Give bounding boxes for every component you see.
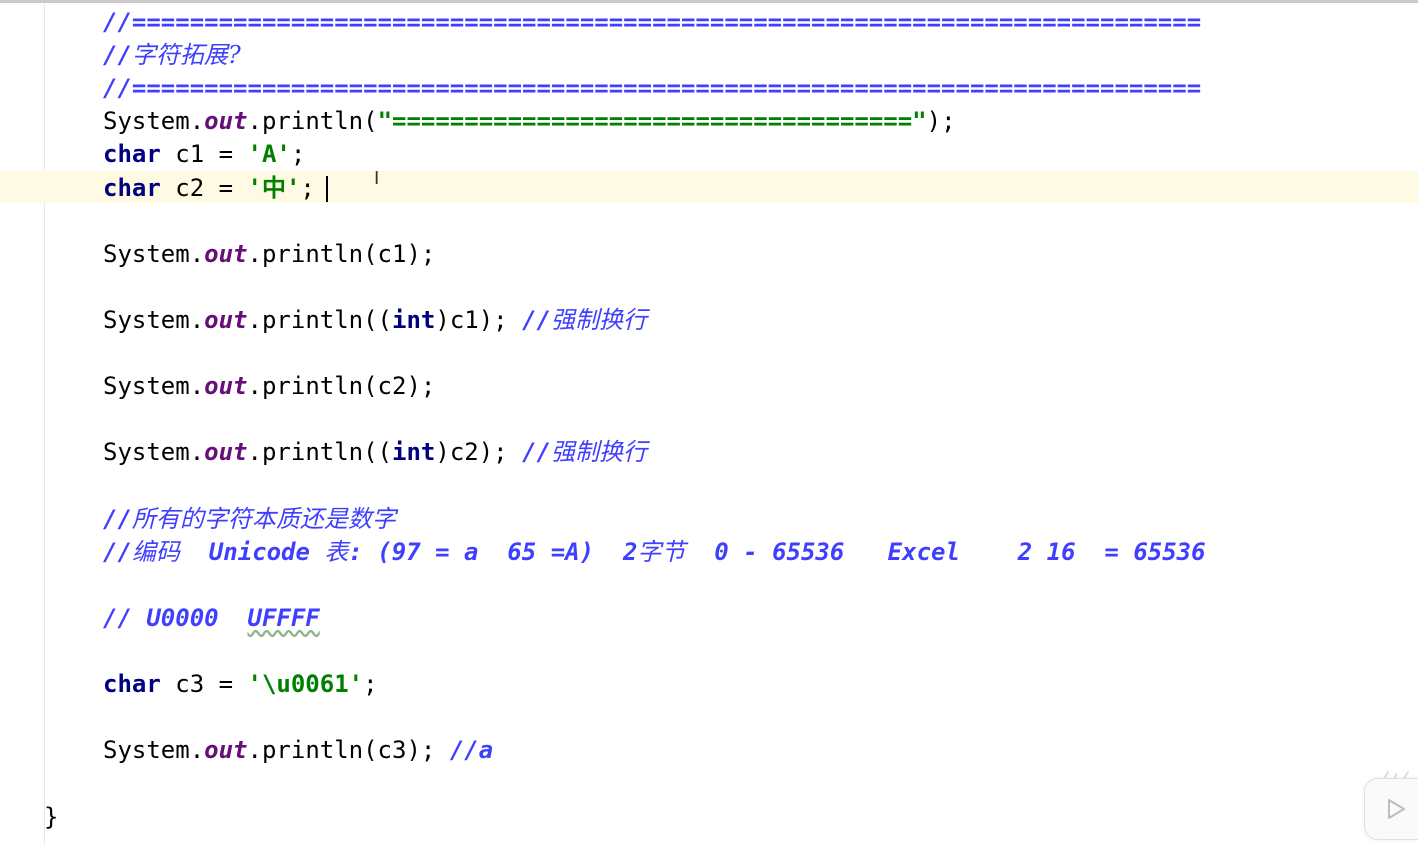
code-token: c1 = [160,140,248,169]
code-token: System. [103,107,205,136]
code-token: char [103,173,161,202]
code-token: .println(c2); [247,372,436,401]
code-token: ; [300,173,315,202]
code-token: .println(c3); [247,736,450,765]
code-line[interactable]: System.out.println("====================… [103,105,956,138]
code-token: //======================================… [103,74,1202,103]
code-token: 字节 [637,537,686,566]
code-token: .println(( [247,305,393,334]
code-token: //======================================… [103,8,1202,36]
code-token: c3 = [160,670,248,698]
code-token: : (97 = a 65 =A) 2 [348,537,638,566]
code-token: '中' [247,173,301,202]
code-token: )c2); [435,438,523,467]
code-token: // [103,41,132,70]
code-line[interactable]: char c2 = '中'; [103,172,315,205]
code-token: UFFFF [247,603,320,632]
code-token: int [392,305,436,334]
code-token: .println(( [247,438,393,467]
code-token: .println(c1); [247,239,436,268]
code-line[interactable]: //字符拓展? [103,39,241,72]
code-token: // U0000 [103,603,248,632]
code-line[interactable]: //======================================… [103,6,1201,39]
code-token: // [103,537,132,566]
code-token: char [103,140,161,169]
code-token: 字符拓展? [131,41,241,70]
code-token: // [522,438,551,467]
code-line[interactable]: //所有的字符本质还是数字 [103,503,396,536]
code-token: 编码 [131,537,180,566]
code-line[interactable]: System.out.println(c1); [103,238,435,271]
code-token: //a [449,736,494,765]
closing-brace: } [44,803,59,831]
code-token: c2 = [160,173,248,202]
code-line[interactable]: System.out.println(c2); [103,370,435,403]
code-line[interactable]: // U0000 UFFFF [103,602,320,635]
code-line[interactable]: System.out.println((int)c2); //强制换行 [103,436,647,469]
code-token: out [204,107,248,136]
code-line[interactable]: //======================================… [103,72,1201,105]
code-token: 'A' [247,140,291,169]
video-play-button[interactable] [1364,778,1418,840]
code-token: System. [103,239,205,268]
code-token: System. [103,438,205,467]
code-token: // [522,305,551,334]
code-token: out [204,239,248,268]
code-token: )c1); [435,305,523,334]
code-line[interactable]: char c1 = 'A'; [103,138,305,171]
code-token: System. [103,372,205,401]
code-token: out [204,372,248,401]
code-token: 表 [324,537,349,566]
code-token: "====================================" [377,107,927,136]
code-token: '\u0061' [247,670,364,698]
mouse-ibeam-cursor: I [374,168,380,189]
code-token: ; [290,140,306,169]
code-token: out [204,305,248,334]
code-line[interactable]: char c3 = '\u0061'; [103,668,378,701]
code-token: 0 - 65536 Excel 2 16 = 65536 [685,537,1206,566]
code-token: out [204,736,248,765]
code-token: ); [926,107,956,136]
code-line[interactable]: //编码 Unicode 表: (97 = a 65 =A) 2字节 0 - 6… [103,536,1206,569]
code-token: out [204,438,248,467]
code-token: int [392,438,436,467]
code-line[interactable]: System.out.println(c3); //a [103,734,493,767]
code-token: char [103,670,161,698]
code-token: System. [103,736,205,765]
code-token: ; [363,670,378,698]
code-token: // [103,504,132,533]
text-cursor [326,176,328,202]
code-token: .println( [247,107,378,136]
code-line[interactable]: System.out.println((int)c1); //强制换行 [103,304,647,337]
play-icon [1388,799,1405,819]
code-token: Unicode [179,537,325,566]
code-token: System. [103,305,205,334]
code-token: 所有的字符本质还是数字 [131,504,396,533]
code-token: 强制换行 [550,305,647,334]
code-editor[interactable]: //======================================… [0,0,1418,845]
code-token: 强制换行 [550,438,647,467]
